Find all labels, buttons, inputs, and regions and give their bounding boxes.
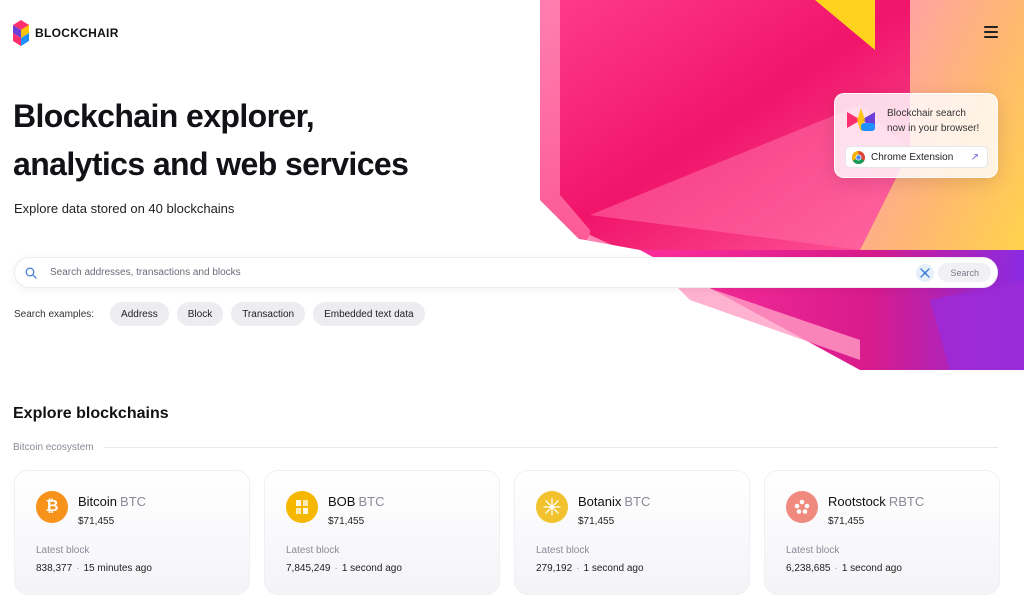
chain-name-text: BOB [328, 494, 356, 509]
example-chip-address[interactable]: Address [110, 302, 169, 326]
chain-price: $71,455 [78, 516, 115, 527]
hero-title-line2: analytics and web services [13, 146, 409, 182]
block-age: 1 second ago [841, 563, 902, 574]
latest-block-value: 838,377 · 15 minutes ago [36, 563, 152, 574]
chain-ticker: RBTC [888, 494, 925, 509]
extension-promo-text: Blockchair search now in your browser! [887, 106, 979, 136]
ecosystem-label: Bitcoin ecosystem [13, 442, 94, 453]
chain-card-bitcoin[interactable]: ₿ Bitcoin BTC $71,455 Latest block 838,37… [14, 470, 250, 595]
extension-promo-line1: Blockchair search [887, 108, 966, 119]
separator-dot: · [76, 563, 80, 574]
botanix-icon [536, 491, 568, 523]
block-age: 1 second ago [583, 563, 644, 574]
hero-subtitle: Explore data stored on 40 blockchains [14, 201, 235, 216]
chain-card-botanix[interactable]: Botanix BTC $71,455 Latest block 279,192 ·… [514, 470, 750, 595]
chain-name-text: Botanix [578, 494, 622, 509]
explore-title: Explore blockchains [13, 405, 169, 422]
chain-card-bob[interactable]: BOB BTC $71,455 Latest block 7,845,249 · 1 … [264, 470, 500, 595]
separator-dot: · [576, 563, 580, 574]
chain-price: $71,455 [578, 516, 615, 527]
chain-name-text: Rootstock [828, 494, 886, 509]
ecosystem-divider [103, 447, 998, 448]
search-input[interactable] [37, 258, 917, 287]
example-chip-embedded-text[interactable]: Embedded text data [313, 302, 425, 326]
chain-name: Rootstock RBTC [828, 494, 924, 509]
chain-price: $71,455 [328, 516, 365, 527]
chain-name: Bitcoin BTC [78, 494, 146, 509]
external-link-icon: ↗ [970, 151, 979, 163]
block-height: 838,377 [36, 563, 73, 574]
blockchair-logo-icon [13, 20, 29, 46]
latest-block-label: Latest block [786, 545, 840, 556]
extension-logo-icon [847, 108, 875, 132]
ecosystem-header: Bitcoin ecosystem [13, 442, 998, 453]
chain-name: Botanix BTC [578, 494, 650, 509]
latest-block-value: 6,238,685 · 1 second ago [786, 563, 902, 574]
hero-title: Blockchain explorer, analytics and web s… [13, 92, 409, 188]
block-height: 279,192 [536, 563, 573, 574]
block-age: 15 minutes ago [83, 563, 152, 574]
chain-name-text: Bitcoin [78, 494, 118, 509]
latest-block-label: Latest block [286, 545, 340, 556]
hamburger-menu-icon[interactable] [984, 26, 998, 38]
chrome-extension-label: Chrome Extension [871, 151, 954, 163]
blockchain-cards: ₿ Bitcoin BTC $71,455 Latest block 838,37… [14, 470, 1000, 595]
chrome-icon [852, 150, 865, 164]
chrome-extension-button[interactable]: Chrome Extension ↗ [845, 146, 988, 168]
extension-promo-line2: now in your browser! [887, 123, 980, 134]
bitcoin-icon: ₿ [36, 491, 68, 523]
brand-name: BLOCKCHAIR [35, 26, 119, 40]
chain-price: $71,455 [828, 516, 865, 527]
hero-title-line1: Blockchain explorer, [13, 98, 315, 134]
search-examples: Search examples: Address Block Transacti… [14, 302, 425, 326]
extension-promo-card: Blockchair search now in your browser! C… [834, 93, 998, 178]
bob-icon [286, 491, 318, 523]
chain-card-rootstock[interactable]: Rootstock RBTC $71,455 Latest block 6,238… [764, 470, 1000, 595]
brand-logo[interactable]: BLOCKCHAIR [13, 20, 119, 46]
search-bar: Search [14, 257, 998, 288]
latest-block-value: 279,192 · 1 second ago [536, 563, 644, 574]
block-age: 1 second ago [341, 563, 402, 574]
hero-artwork [530, 0, 1024, 370]
search-icon [25, 267, 37, 279]
separator-dot: · [834, 563, 838, 574]
rootstock-icon [786, 491, 818, 523]
chain-ticker: BTC [624, 494, 651, 509]
chain-ticker: BTC [120, 494, 147, 509]
separator-dot: · [334, 563, 338, 574]
latest-block-value: 7,845,249 · 1 second ago [286, 563, 402, 574]
chain-ticker: BTC [358, 494, 385, 509]
ai-search-icon[interactable] [916, 263, 935, 282]
example-chip-transaction[interactable]: Transaction [231, 302, 306, 326]
search-button[interactable]: Search [938, 263, 991, 282]
search-examples-label: Search examples: [14, 308, 95, 320]
latest-block-label: Latest block [536, 545, 590, 556]
example-chip-block[interactable]: Block [176, 302, 224, 326]
latest-block-label: Latest block [36, 545, 90, 556]
chain-name: BOB BTC [328, 494, 384, 509]
block-height: 7,845,249 [286, 563, 331, 574]
block-height: 6,238,685 [786, 563, 831, 574]
